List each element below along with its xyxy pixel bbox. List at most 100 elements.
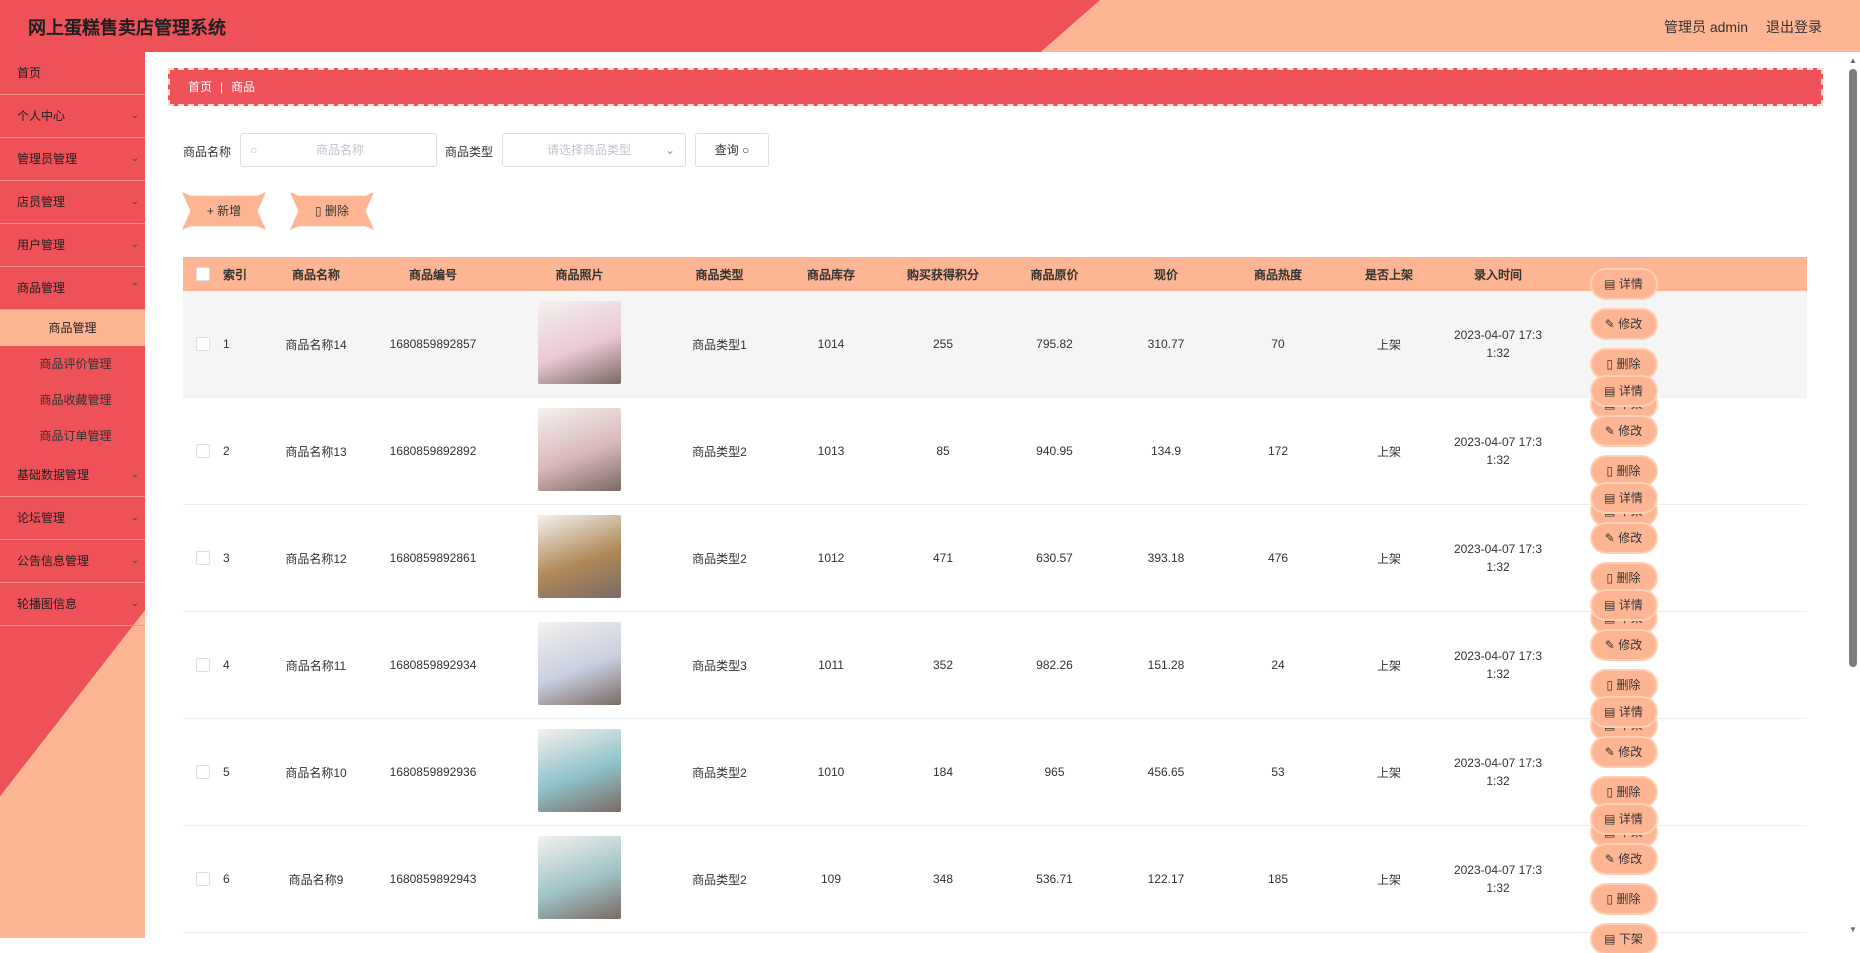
sidebar-item[interactable]: 管理员管理 ⌄	[0, 138, 145, 181]
select-all-cell	[183, 267, 223, 282]
sidebar-item-label: 店员管理	[17, 195, 66, 209]
product-photo[interactable]	[538, 408, 621, 491]
sidebar-item-label: 公告信息管理	[17, 554, 90, 568]
heat-cell: 476	[1267, 551, 1289, 565]
scroll-up-icon[interactable]: ▲	[1849, 56, 1857, 65]
sidebar-item[interactable]: 个人中心 ⌄	[0, 95, 145, 138]
sidebar-subitem[interactable]: 商品订单管理	[0, 418, 145, 454]
detail-button[interactable]: ▤ 详情	[1591, 591, 1656, 619]
detail-button[interactable]: ▤ 详情	[1591, 270, 1656, 298]
entry-time-cell: 2023-04-07 17:3 1:32	[1446, 433, 1550, 469]
pencil-icon: ✎	[1604, 745, 1615, 759]
trash-icon: ▯	[1606, 571, 1614, 585]
sidebar-item[interactable]: 基础数据管理 ⌄	[0, 454, 145, 497]
row-select-cell	[183, 872, 223, 887]
table-row[interactable]: 6 商品名称9 1680859892943 商品类型2 109 348 536.71 122.…	[183, 805, 1807, 953]
stock-cell: 1011	[818, 658, 844, 672]
query-button[interactable]: 查询 ○	[695, 133, 769, 167]
points-cell: 184	[932, 765, 954, 779]
operations-cell: ▤ 详情 ✎ 修改 ▯ 删除 ▤ 下架	[1550, 805, 1697, 953]
sidebar-item[interactable]: 首页	[0, 52, 145, 95]
product-code-cell: 1680859892861	[389, 551, 477, 565]
chevron-down-icon: ⌄	[130, 239, 139, 250]
sidebar-subitem[interactable]: 商品收藏管理	[0, 382, 145, 418]
product-name-cell: 商品名称9	[288, 872, 344, 887]
select-all-checkbox[interactable]	[196, 267, 210, 282]
original-price-cell: 795.82	[1036, 337, 1073, 351]
row-checkbox[interactable]	[196, 872, 210, 887]
vertical-scrollbar[interactable]: ▲ ▼	[1845, 52, 1860, 938]
entry-time-date: 2023-04-07 17:3	[1453, 649, 1543, 663]
search-icon: ○	[250, 143, 258, 157]
edit-button[interactable]: ✎ 修改	[1591, 631, 1656, 659]
product-photo[interactable]	[538, 622, 621, 705]
product-photo[interactable]	[538, 836, 621, 919]
edit-button[interactable]: ✎ 修改	[1591, 417, 1656, 445]
trash-icon: ▯	[1606, 892, 1614, 906]
row-checkbox[interactable]	[196, 765, 210, 780]
row-checkbox[interactable]	[196, 337, 210, 352]
delete-button[interactable]: ▯ 删除	[1591, 564, 1656, 592]
detail-button[interactable]: ▤ 详情	[1591, 377, 1656, 405]
add-button[interactable]: + 新增	[182, 192, 266, 230]
product-name-input[interactable]: ○ 商品名称	[240, 133, 437, 167]
scrollbar-thumb[interactable]	[1849, 69, 1857, 667]
edit-button[interactable]: ✎ 修改	[1591, 310, 1656, 338]
row-checkbox[interactable]	[196, 444, 210, 459]
chevron-down-icon: ⌄	[130, 153, 139, 164]
photo-cell	[497, 301, 662, 387]
product-photo[interactable]	[538, 729, 621, 812]
detail-button[interactable]: ▤ 详情	[1591, 698, 1656, 726]
row-checkbox[interactable]	[196, 658, 210, 673]
product-photo[interactable]	[538, 515, 621, 598]
logout-link[interactable]: 退出登录	[1766, 17, 1822, 37]
query-label: 查询	[714, 143, 739, 157]
row-checkbox[interactable]	[196, 551, 210, 566]
photo-cell	[497, 622, 662, 708]
row-select-cell	[183, 551, 223, 566]
index-cell: 4	[223, 658, 230, 672]
index-cell: 6	[223, 872, 230, 886]
sidebar-subitem[interactable]: 商品管理	[0, 310, 145, 346]
column-header: 商品库存	[806, 267, 855, 282]
product-name-placeholder: 商品名称	[316, 143, 365, 157]
points-cell: 471	[932, 551, 954, 565]
product-type-select[interactable]: 请选择商品类型 ⌄	[502, 133, 686, 167]
product-photo[interactable]	[538, 301, 621, 384]
edit-button[interactable]: ✎ 修改	[1591, 738, 1656, 766]
sidebar-subitem[interactable]: 商品评价管理	[0, 346, 145, 382]
delete-label: 删除	[1616, 464, 1641, 478]
sidebar-item[interactable]: 轮播图信息 ⌄	[0, 583, 145, 626]
entry-time-date: 2023-04-07 17:3	[1453, 542, 1543, 556]
sidebar-item[interactable]: 论坛管理 ⌄	[0, 497, 145, 540]
product-type-placeholder: 请选择商品类型	[547, 143, 632, 157]
breadcrumb-home[interactable]: 首页	[188, 80, 212, 94]
detail-button[interactable]: ▤ 详情	[1591, 805, 1656, 833]
delete-button[interactable]: ▯ 删除	[1591, 885, 1656, 913]
sidebar-item[interactable]: 公告信息管理 ⌄	[0, 540, 145, 583]
sidebar-item-label: 论坛管理	[17, 511, 66, 525]
offshelf-button[interactable]: ▤ 下架	[1591, 925, 1656, 953]
sidebar-item[interactable]: 用户管理 ⌄	[0, 224, 145, 267]
chevron-down-icon: ⌄	[130, 110, 139, 121]
type-filter-label: 商品类型	[445, 145, 494, 159]
delete-button[interactable]: ▯ 删除	[1591, 778, 1656, 806]
column-header: 现价	[1153, 267, 1178, 282]
detail-button[interactable]: ▤ 详情	[1591, 484, 1656, 512]
stock-cell: 1014	[817, 337, 845, 351]
sidebar-item-label: 商品管理	[17, 281, 66, 295]
product-name-cell: 商品名称14	[285, 337, 347, 352]
row-select-cell	[183, 444, 223, 459]
delete-button[interactable]: ▯ 删除	[1591, 457, 1656, 485]
sidebar-item-label: 用户管理	[17, 238, 66, 252]
scroll-down-icon[interactable]: ▼	[1849, 925, 1857, 934]
sidebar-item[interactable]: 店员管理 ⌄	[0, 181, 145, 224]
offshelf-label: 下架	[1618, 932, 1643, 946]
delete-button[interactable]: ▯ 删除	[1591, 671, 1656, 699]
edit-button[interactable]: ✎ 修改	[1591, 845, 1656, 873]
batch-delete-button[interactable]: ▯ 删除	[290, 192, 374, 230]
heat-cell: 53	[1271, 765, 1285, 779]
sidebar-item[interactable]: 商品管理 ⌃	[0, 267, 145, 310]
delete-button[interactable]: ▯ 删除	[1591, 350, 1656, 378]
edit-button[interactable]: ✎ 修改	[1591, 524, 1656, 552]
